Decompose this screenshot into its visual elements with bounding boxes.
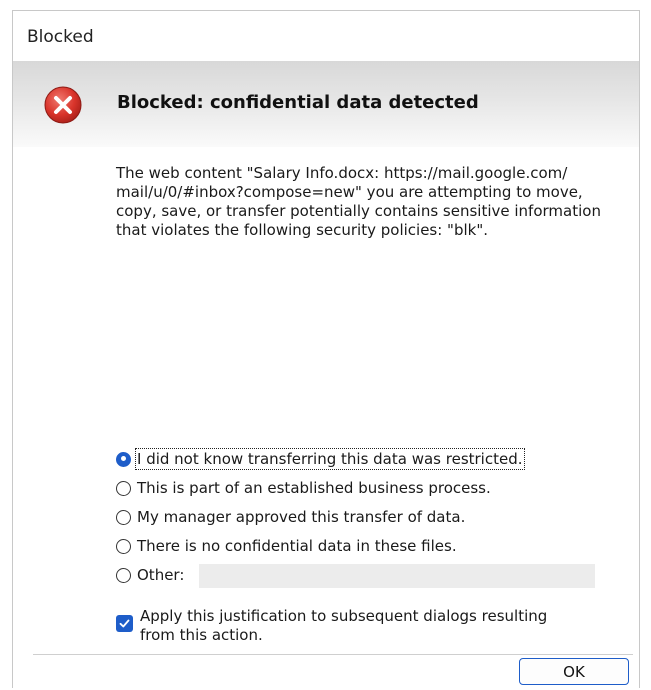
option-label: I did not know transferring this data wa… <box>135 448 525 470</box>
apply-justification-checkbox[interactable] <box>116 615 133 632</box>
blocked-dialog: Blocked Blocked: confidential data detec… <box>12 10 640 688</box>
radio-selected[interactable] <box>116 451 131 467</box>
option-label: My manager approved this transfer of dat… <box>137 508 466 526</box>
option-manager-approved[interactable]: My manager approved this transfer of dat… <box>116 505 465 529</box>
dialog-heading: Blocked: confidential data detected <box>117 92 479 113</box>
option-did-not-know[interactable]: I did not know transferring this data wa… <box>116 447 525 471</box>
option-no-confidential-data[interactable]: There is no confidential data in these f… <box>116 534 457 558</box>
radio[interactable] <box>116 509 131 525</box>
error-icon <box>44 86 82 124</box>
radio[interactable] <box>116 538 131 554</box>
window-title: Blocked <box>27 27 94 47</box>
radio[interactable] <box>116 480 131 496</box>
option-business-process[interactable]: This is part of an established business … <box>116 476 491 500</box>
checkmark-icon <box>119 619 130 628</box>
option-label: Other: <box>137 566 185 584</box>
dialog-message: The web content "Salary Info.docx: https… <box>116 164 601 239</box>
title-bar: Blocked <box>13 11 639 61</box>
apply-justification-label: Apply this justification to subsequent d… <box>140 607 548 644</box>
other-justification-input[interactable] <box>199 564 595 588</box>
dialog-header: Blocked: confidential data detected <box>13 61 639 147</box>
radio[interactable] <box>116 567 131 583</box>
option-other[interactable]: Other: <box>116 563 184 587</box>
option-label: There is no confidential data in these f… <box>137 537 457 555</box>
option-label: This is part of an established business … <box>137 479 491 497</box>
ok-button[interactable]: OK <box>519 658 629 685</box>
footer-divider <box>33 654 633 655</box>
